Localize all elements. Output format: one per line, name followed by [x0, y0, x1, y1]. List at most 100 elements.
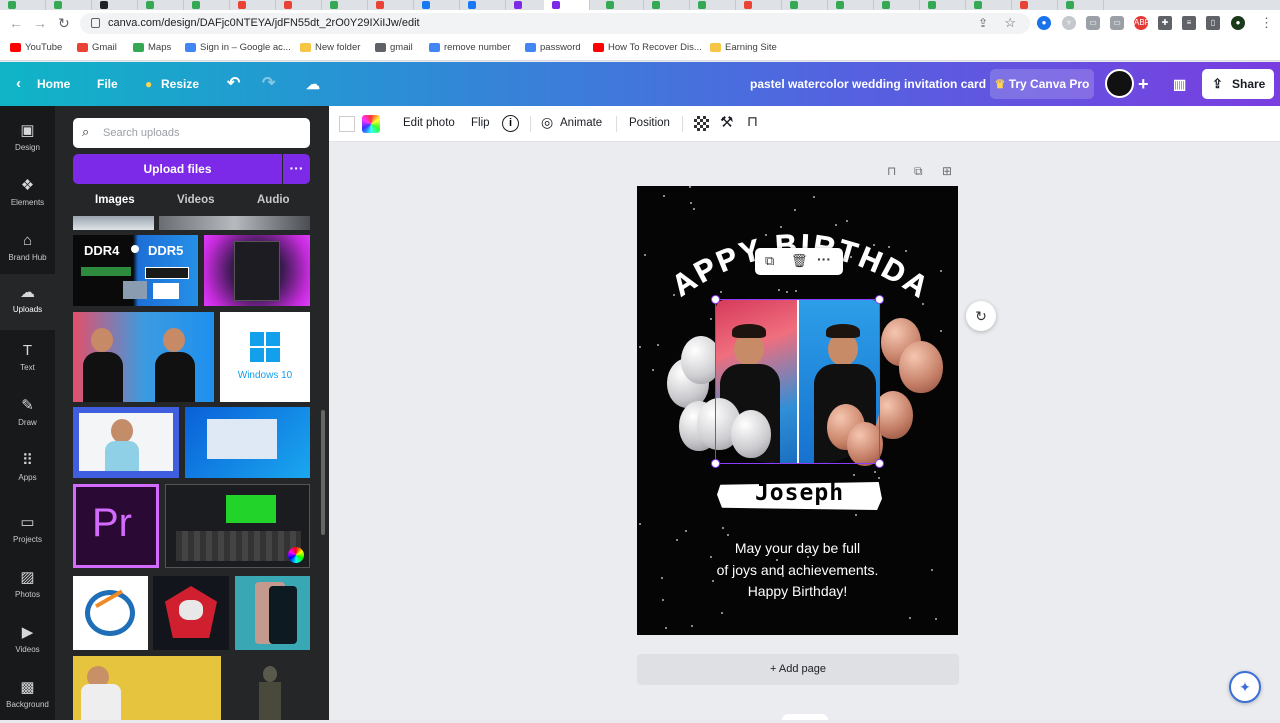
browser-tab[interactable]	[690, 0, 736, 10]
rail-item-text[interactable]: T Text	[0, 336, 55, 386]
add-page-icon[interactable]: ⊞	[942, 164, 952, 178]
design-title[interactable]: pastel watercolor wedding invitation car…	[750, 62, 986, 106]
duplicate-page-icon[interactable]: ⧉	[914, 164, 923, 179]
share-button[interactable]: ⇪ Share	[1202, 69, 1274, 99]
bookmark-item[interactable]: New folder	[300, 42, 360, 53]
upload-thumbnail[interactable]	[159, 216, 310, 230]
refresh-icon[interactable]: ↻	[966, 301, 996, 331]
position-button[interactable]: Position	[629, 117, 670, 129]
bookmark-item[interactable]: password	[525, 42, 581, 53]
copy-icon[interactable]: ⧉	[765, 253, 774, 269]
browser-tab[interactable]	[1058, 0, 1104, 10]
edit-photo-button[interactable]: Edit photo	[403, 117, 455, 129]
resize-handle[interactable]	[711, 459, 720, 468]
extension-icon[interactable]: ●	[1037, 16, 1051, 30]
browser-tab[interactable]	[644, 0, 690, 10]
transparency-icon[interactable]	[694, 116, 709, 131]
side-panel-icon[interactable]: ▯	[1206, 16, 1220, 30]
name-text[interactable]: Joseph	[717, 480, 882, 506]
rail-item-uploads[interactable]: ☁ Uploads	[0, 274, 55, 330]
resize-handle[interactable]	[875, 459, 884, 468]
animate-button[interactable]: Animate	[560, 117, 602, 129]
add-collaborator-icon[interactable]: +	[1138, 62, 1149, 106]
upload-thumbnail-soldier[interactable]	[235, 656, 310, 720]
rail-item-elements[interactable]: ❖ Elements	[0, 171, 55, 221]
browser-tab[interactable]	[598, 0, 644, 10]
rail-item-draw[interactable]: ✎ Draw	[0, 391, 55, 441]
lock-icon[interactable]: ⊓	[747, 113, 758, 130]
upload-thumbnail-logo[interactable]	[73, 576, 148, 650]
more-options-icon[interactable]: ···	[817, 251, 831, 267]
browser-tab[interactable]	[138, 0, 184, 10]
shield-icon[interactable]: ▿	[1062, 16, 1076, 30]
rail-item-photos[interactable]: ▨ Photos	[0, 563, 55, 613]
chevron-left-icon[interactable]: ‹	[16, 62, 21, 106]
undo-icon[interactable]: ↶	[227, 62, 240, 106]
browser-menu-icon[interactable]: ⋮	[1260, 15, 1273, 31]
add-page-button[interactable]: + Add page	[637, 654, 959, 685]
upload-thumbnail-gaming[interactable]	[153, 576, 229, 650]
greeting-text[interactable]: May your day be full of joys and achieve…	[637, 538, 958, 603]
design-page[interactable]: HAPPY BIRTHDAY ⧉ 🗑︎ ··· Joseph	[637, 186, 958, 635]
extension-icon[interactable]: ▭	[1110, 16, 1124, 30]
browser-tab[interactable]	[368, 0, 414, 10]
rail-item-apps[interactable]: ⠿ Apps	[0, 446, 55, 496]
insights-chart-icon[interactable]: ▥	[1173, 62, 1186, 106]
upload-thumbnail-windows[interactable]: Windows 10	[220, 312, 310, 402]
rail-item-videos[interactable]: ▶ Videos	[0, 618, 55, 668]
home-button[interactable]: Home	[37, 62, 70, 106]
rail-item-brand-hub[interactable]: ⌂ Brand Hub	[0, 226, 55, 276]
upload-thumbnail-screen[interactable]	[185, 407, 310, 478]
upload-more-options-button[interactable]: ···	[283, 154, 310, 184]
upload-thumbnail[interactable]	[73, 216, 154, 230]
try-canva-pro-button[interactable]: ♛ Try Canva Pro	[990, 69, 1094, 99]
color-picker-icon[interactable]	[362, 115, 380, 133]
browser-tab[interactable]	[0, 0, 46, 10]
rail-item-projects[interactable]: ▭ Projects	[0, 508, 55, 558]
bookmark-item[interactable]: Sign in – Google ac...	[185, 42, 291, 53]
browser-tab[interactable]	[828, 0, 874, 10]
browser-tab[interactable]	[1012, 0, 1058, 10]
browser-tab[interactable]	[46, 0, 92, 10]
flip-button[interactable]: Flip	[471, 117, 490, 129]
resize-handle[interactable]	[875, 295, 884, 304]
browser-tab[interactable]	[322, 0, 368, 10]
bookmark-item[interactable]: gmail	[375, 42, 413, 53]
bookmark-item[interactable]: YouTube	[10, 42, 62, 53]
paint-roller-icon[interactable]: ⚒	[720, 113, 733, 131]
browser-tab[interactable]	[782, 0, 828, 10]
forward-icon[interactable]: →	[33, 14, 47, 32]
profile-avatar[interactable]: ●	[1231, 16, 1245, 30]
resize-button[interactable]: Resize	[161, 62, 199, 106]
upload-thumbnail-game-character[interactable]	[73, 656, 221, 720]
back-icon[interactable]: ←	[9, 14, 23, 32]
tab-videos[interactable]: Videos	[177, 194, 215, 206]
upload-thumbnail-man[interactable]	[73, 312, 214, 402]
browser-tab[interactable]	[460, 0, 506, 10]
browser-tab[interactable]	[184, 0, 230, 10]
reload-icon[interactable]: ↻	[58, 14, 70, 32]
browser-tab[interactable]	[920, 0, 966, 10]
browser-tab[interactable]	[276, 0, 322, 10]
share-page-icon[interactable]: ⇪	[978, 16, 988, 30]
upload-thumbnail-phone[interactable]	[235, 576, 310, 650]
selection-box[interactable]	[711, 295, 884, 468]
bookmark-item[interactable]: remove number	[429, 42, 511, 53]
color-swatch-white[interactable]	[339, 116, 355, 132]
upload-thumbnail-woman[interactable]	[73, 407, 179, 478]
bookmark-item[interactable]: Gmail	[77, 42, 117, 53]
upload-thumbnail-premiere[interactable]: Pr	[73, 484, 159, 568]
puzzle-icon[interactable]: ✚	[1158, 16, 1172, 30]
browser-tab-active[interactable]	[544, 0, 590, 10]
tab-images[interactable]: Images	[95, 194, 135, 206]
rail-item-design[interactable]: ▣ Design	[0, 116, 55, 166]
upload-thumbnail-motherboard[interactable]	[204, 235, 310, 306]
adblock-icon[interactable]: ABP	[1134, 16, 1150, 30]
address-bar[interactable]: canva.com/design/DAFjc0NTEYA/jdFN55dt_2r…	[80, 13, 1030, 34]
bookmark-item[interactable]: Earning Site	[710, 42, 777, 53]
bookmark-item[interactable]: Maps	[133, 42, 171, 53]
lock-page-icon[interactable]: ⊓	[887, 164, 896, 178]
browser-tab[interactable]	[414, 0, 460, 10]
trash-icon[interactable]: 🗑︎	[791, 253, 808, 269]
redo-icon[interactable]: ↷	[262, 62, 275, 106]
